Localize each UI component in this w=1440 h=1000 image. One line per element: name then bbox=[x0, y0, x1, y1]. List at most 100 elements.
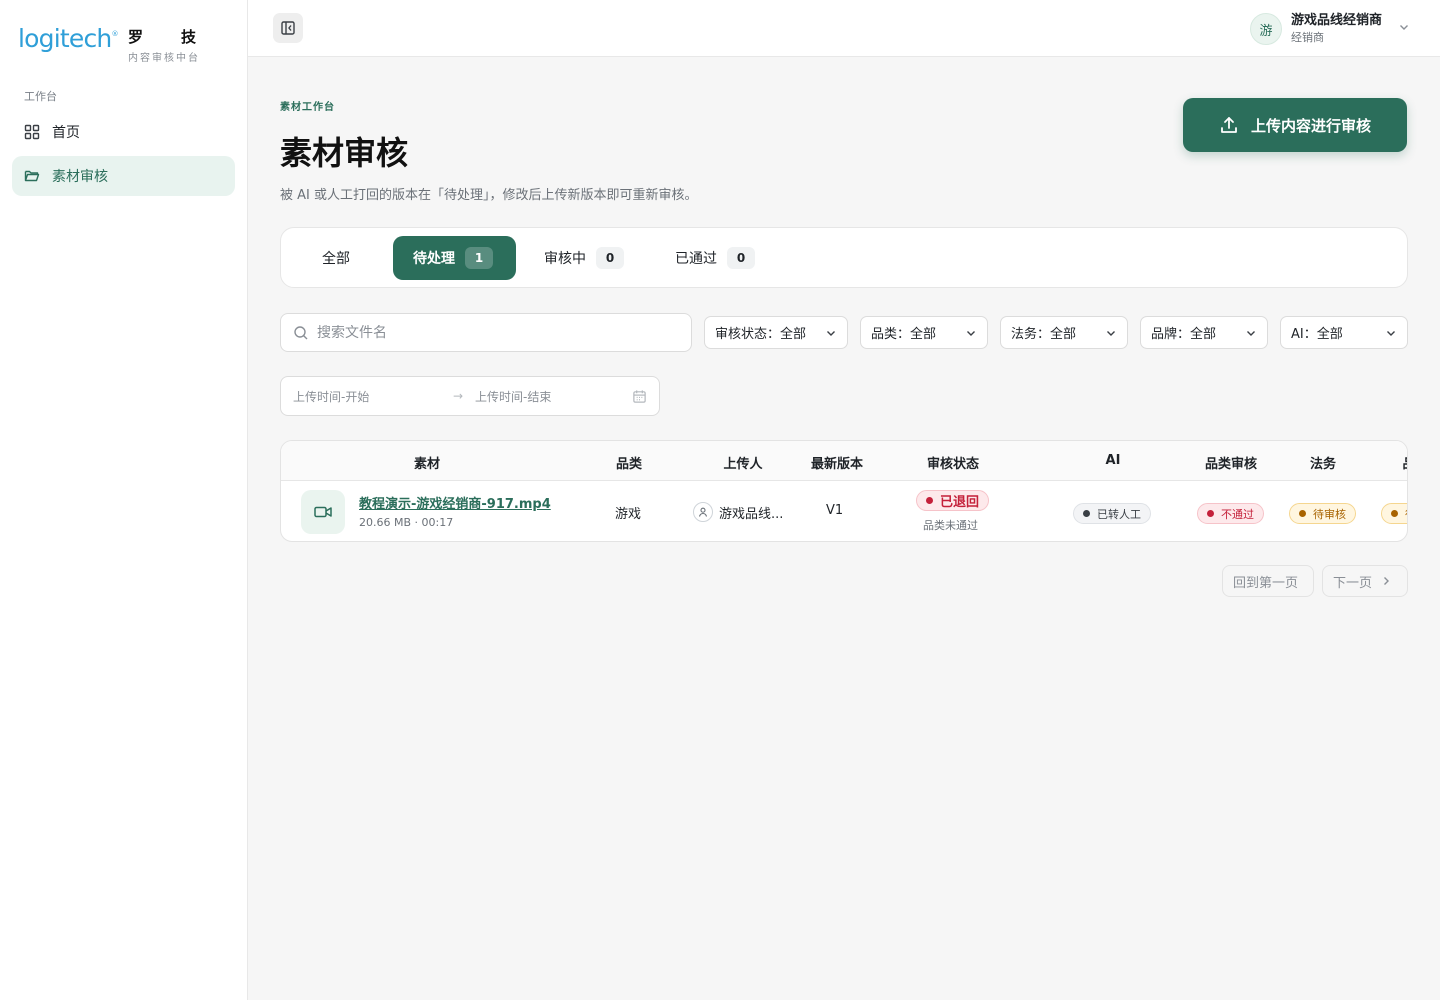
uploader-cell: 游戏品线... bbox=[693, 502, 783, 522]
status-dot bbox=[926, 497, 933, 504]
column-header-uploader: 上传人 bbox=[723, 457, 763, 472]
tab-count-badge: 1 bbox=[465, 247, 493, 269]
search-box bbox=[280, 313, 692, 352]
select-value: 审核状态：全部 bbox=[715, 327, 807, 342]
status-label: 已退回 bbox=[940, 495, 980, 510]
version-cell: V1 bbox=[826, 503, 844, 518]
next-page-label: 下一页 bbox=[1333, 575, 1373, 591]
upload-content-button[interactable]: 上传内容进行审核 bbox=[1183, 98, 1407, 152]
next-page-button[interactable]: 下一页 bbox=[1322, 565, 1408, 597]
sidebar: logitech® 罗技 内容审核中台 工作台 首页 素材审核 bbox=[0, 0, 248, 1000]
video-camera-icon bbox=[314, 506, 332, 518]
uploader-name: 游戏品线... bbox=[719, 506, 784, 522]
table-row[interactable]: 教程演示-游戏经销商-917.mp4 20.66 MB · 00:17 游戏 游… bbox=[281, 482, 1407, 541]
brand[interactable]: logitech® 罗技 内容审核中台 bbox=[18, 24, 238, 68]
legal-select[interactable]: 法务：全部 bbox=[1000, 316, 1128, 349]
chevron-down-icon bbox=[967, 330, 975, 336]
video-thumbnail bbox=[301, 490, 345, 534]
chevron-down-icon bbox=[1398, 21, 1410, 37]
search-input[interactable] bbox=[317, 324, 677, 341]
tab-approved[interactable]: 已通过 0 bbox=[655, 236, 775, 280]
select-value: AI：全部 bbox=[1291, 327, 1343, 342]
legal-status-badge: 待审核 bbox=[1289, 503, 1356, 524]
chevron-down-icon bbox=[1247, 330, 1255, 336]
tab-all[interactable]: 全部 bbox=[302, 236, 370, 280]
column-header-brand: 品 bbox=[1402, 453, 1407, 472]
status-dot bbox=[1207, 510, 1214, 517]
category-review-badge: 不通过 bbox=[1197, 503, 1264, 524]
chevron-down-icon bbox=[1107, 330, 1115, 336]
calendar-icon bbox=[633, 389, 646, 403]
upload-button-label: 上传内容进行审核 bbox=[1250, 116, 1371, 135]
review-status-select[interactable]: 审核状态：全部 bbox=[704, 316, 848, 349]
breadcrumb: 素材工作台 bbox=[280, 102, 335, 113]
chevron-down-icon bbox=[827, 330, 835, 336]
chevron-right-icon bbox=[1380, 575, 1392, 587]
tab-label: 待处理 bbox=[413, 251, 455, 267]
date-end-field[interactable]: 上传时间-结束 bbox=[475, 388, 632, 405]
upload-date-range[interactable]: 上传时间-开始 → 上传时间-结束 bbox=[280, 376, 660, 416]
tab-label: 全部 bbox=[322, 251, 350, 267]
search-icon bbox=[294, 325, 308, 339]
date-separator: → bbox=[453, 389, 464, 403]
select-value: 法务：全部 bbox=[1011, 327, 1077, 342]
tab-count-badge: 0 bbox=[596, 247, 624, 269]
user-icon bbox=[693, 502, 713, 522]
materials-table: 素材 品类 上传人 最新版本 审核状态 AI 品类审核 法务 品 教程演示-游戏… bbox=[280, 440, 1408, 542]
user-role: 经销商 bbox=[1290, 31, 1324, 44]
folder-open-icon bbox=[24, 168, 40, 184]
column-header-legal: 法务 bbox=[1309, 457, 1337, 472]
brand-name: 罗技 bbox=[128, 28, 235, 46]
sidebar-item-label: 素材审核 bbox=[52, 169, 108, 185]
status-badge: 已退回 bbox=[916, 490, 990, 511]
status-tabs: 全部 待处理 1 审核中 0 已通过 0 bbox=[280, 227, 1408, 288]
column-header-category-review: 品类审核 bbox=[1204, 457, 1258, 472]
category-cell: 游戏 bbox=[615, 507, 642, 522]
user-menu[interactable]: 游 游戏品线经销商 经销商 bbox=[1249, 10, 1410, 48]
sidebar-item-material-review[interactable]: 素材审核 bbox=[12, 156, 235, 196]
panel-left-icon bbox=[281, 21, 295, 35]
select-value: 品类：全部 bbox=[871, 327, 937, 342]
column-header-version: 最新版本 bbox=[810, 457, 864, 472]
legal-status-label: 待审核 bbox=[1313, 507, 1346, 521]
ai-select[interactable]: AI：全部 bbox=[1280, 316, 1408, 349]
page-title: 素材审核 bbox=[280, 134, 409, 172]
column-header-ai: AI bbox=[1105, 453, 1121, 468]
date-start-field[interactable]: 上传时间-开始 bbox=[293, 388, 453, 405]
brand-status-label: 待 bbox=[1405, 506, 1407, 522]
status-dot bbox=[1299, 510, 1306, 517]
logitech-logo: logitech® bbox=[18, 24, 118, 53]
file-name-link[interactable]: 教程演示-游戏经销商-917.mp4 bbox=[359, 493, 551, 512]
brand-status-badge: 待 bbox=[1381, 503, 1407, 524]
ai-status-label: 已转人工 bbox=[1097, 507, 1141, 521]
tab-pending[interactable]: 待处理 1 bbox=[393, 236, 516, 280]
collapse-sidebar-button[interactable] bbox=[273, 13, 303, 43]
column-header-material: 素材 bbox=[413, 457, 441, 472]
ai-status-badge: 已转人工 bbox=[1073, 503, 1151, 524]
upload-icon bbox=[1219, 115, 1239, 135]
page-description: 被 AI 或人工打回的版本在「待处理」，修改后上传新版本即可重新审核。 bbox=[280, 188, 698, 203]
status-dot bbox=[1391, 510, 1398, 517]
category-review-label: 不通过 bbox=[1221, 507, 1254, 521]
brand-select[interactable]: 品牌：全部 bbox=[1140, 316, 1268, 349]
file-meta: 20.66 MB · 00:17 bbox=[359, 516, 454, 529]
first-page-label: 回到第一页 bbox=[1233, 575, 1299, 591]
sidebar-item-home[interactable]: 首页 bbox=[12, 112, 235, 152]
column-header-review-status: 审核状态 bbox=[926, 457, 980, 472]
table-header: 素材 品类 上传人 最新版本 审核状态 AI 品类审核 法务 品 bbox=[281, 441, 1407, 481]
tab-count-badge: 0 bbox=[727, 247, 755, 269]
brand-subtitle: 内容审核中台 bbox=[128, 53, 200, 64]
select-value: 品牌：全部 bbox=[1151, 327, 1217, 342]
first-page-button[interactable]: 回到第一页 bbox=[1222, 565, 1314, 597]
tab-label: 已通过 bbox=[675, 251, 717, 267]
topbar: 游 游戏品线经销商 经销商 bbox=[248, 0, 1440, 57]
tab-label: 审核中 bbox=[544, 251, 586, 267]
user-name: 游戏品线经销商 bbox=[1290, 13, 1382, 28]
avatar: 游 bbox=[1249, 13, 1282, 45]
grid-icon bbox=[24, 124, 40, 140]
nav-section-label: 工作台 bbox=[24, 90, 57, 103]
sidebar-item-label: 首页 bbox=[52, 125, 80, 141]
category-select[interactable]: 品类：全部 bbox=[860, 316, 988, 349]
status-reason: 品类未通过 bbox=[923, 519, 978, 532]
tab-in-review[interactable]: 审核中 0 bbox=[524, 236, 644, 280]
